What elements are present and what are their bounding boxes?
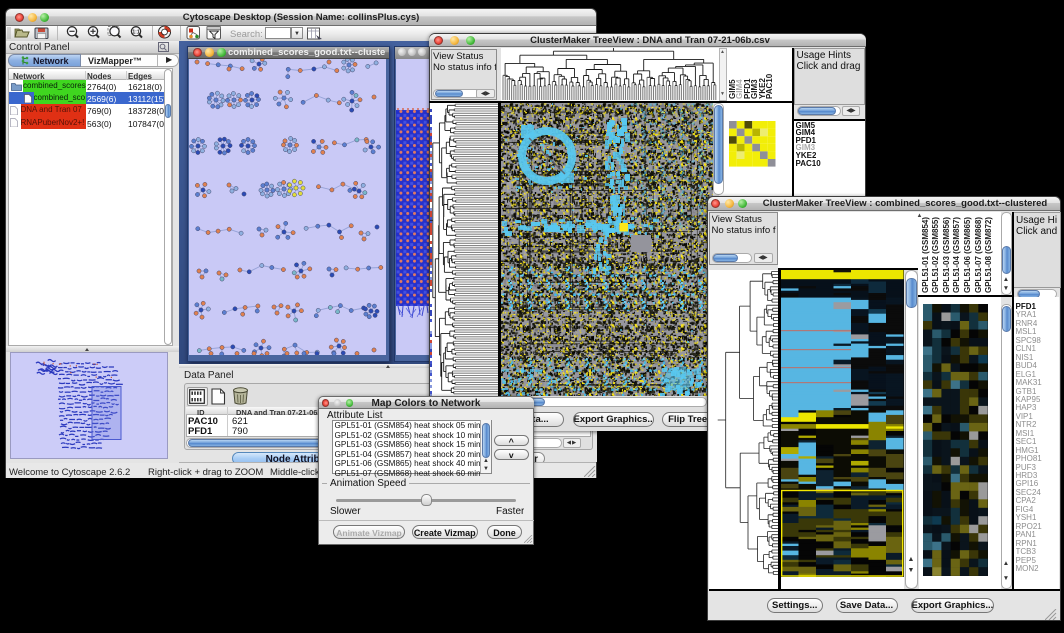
svg-text:1:1: 1:1 bbox=[132, 29, 139, 35]
